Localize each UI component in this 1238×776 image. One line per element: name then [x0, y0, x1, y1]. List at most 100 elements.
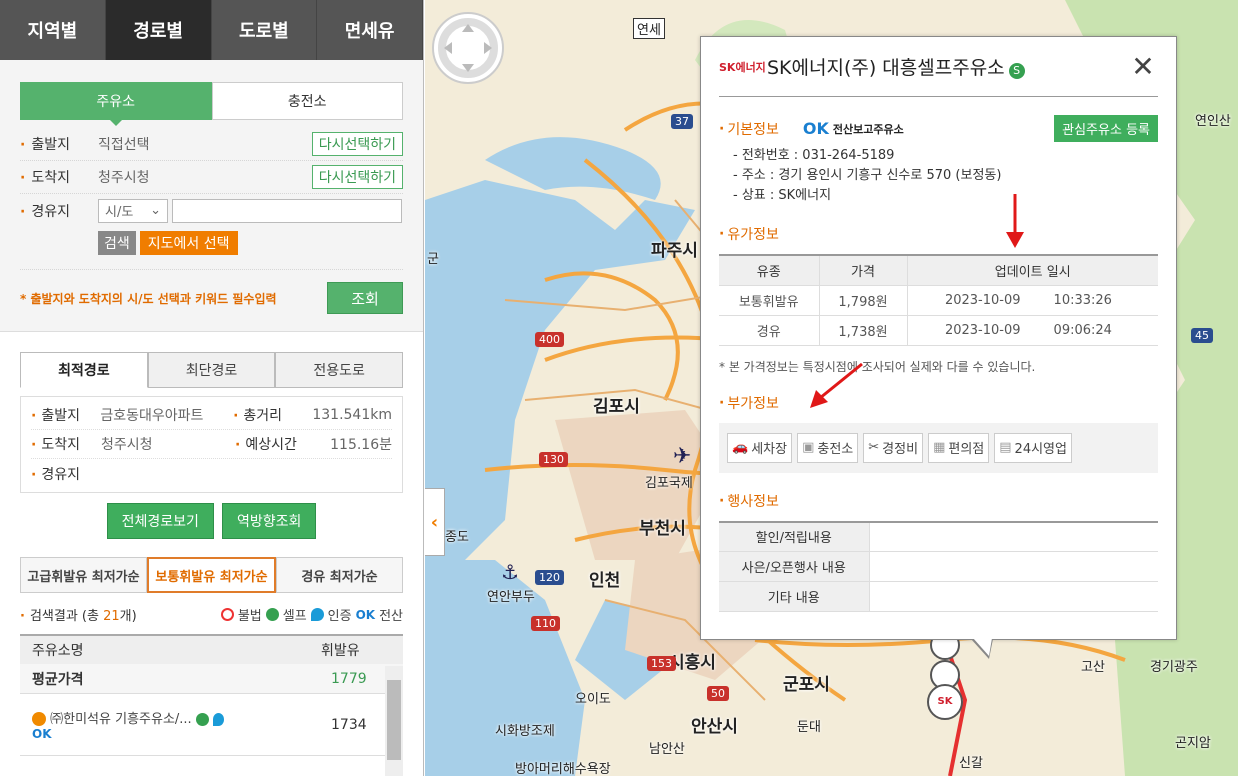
highway-shield: 400: [535, 332, 564, 347]
via-keyword-input[interactable]: [172, 198, 402, 223]
certified-icon: [212, 712, 224, 726]
fuel-type: 경유: [719, 315, 820, 346]
ok-icon: OK: [32, 726, 52, 741]
average-row: 평균가격 1779: [20, 664, 403, 694]
station-type-toggle: 주유소 충전소: [20, 82, 403, 126]
event-table: 할인/적립내용 사은/오픈행사 내용 기타 내용: [719, 520, 1158, 612]
map-label: 김포국제: [645, 476, 693, 491]
brand-line: - 상표 : SK에너지: [733, 188, 832, 203]
tab-premium-lowest[interactable]: 고급휘발유 최저가순: [20, 557, 147, 593]
annotation-arrow-icon: [810, 362, 863, 408]
tab-regular-lowest[interactable]: 보통휘발유 최저가순: [147, 557, 276, 593]
annotation-arrow-icon: [1006, 194, 1024, 248]
map-label: 경기광주: [1150, 660, 1198, 675]
amenity-car-wash: 🚗 세차장: [727, 432, 793, 463]
map-label: 안산시: [691, 717, 738, 737]
table-row[interactable]: ㈜한미석유 기흥주유소/... OK 1734: [20, 694, 403, 756]
map-label: 곤지암: [1175, 736, 1211, 751]
sk-station-marker-icon[interactable]: SK: [927, 684, 963, 720]
top-tabs: 지역별 경로별 도로별 면세유: [0, 0, 423, 60]
map-label: 방아머리해수욕장: [515, 762, 611, 776]
legend-illegal: 불법: [237, 609, 262, 624]
select-on-map-button[interactable]: 지도에서 선택: [139, 231, 238, 255]
reselect-origin-button[interactable]: 다시선택하기: [311, 132, 403, 156]
highway-shield: 110: [531, 616, 560, 631]
highway-shield: 37: [671, 114, 693, 129]
amenity-convenience-store: ▦ 편의점: [928, 432, 990, 463]
reselect-destination-button[interactable]: 다시선택하기: [311, 165, 403, 189]
self-icon: [265, 608, 279, 621]
event-discount: 할인/적립내용: [719, 520, 870, 552]
highway-shield: 120: [535, 570, 564, 585]
tab-road[interactable]: 도로별: [211, 0, 318, 60]
price-info-title: 유가정보: [719, 224, 1158, 244]
type-gas-station[interactable]: 주유소: [20, 82, 212, 126]
store-icon: ▦: [933, 440, 946, 455]
reverse-search-button[interactable]: 역방향조회: [221, 503, 317, 539]
tab-diesel-lowest[interactable]: 경유 최저가순: [276, 557, 403, 593]
view-full-route-button[interactable]: 전체경로보기: [106, 503, 214, 539]
register-favorite-button[interactable]: 관심주유소 등록: [1054, 115, 1158, 142]
legend-computerized: 전산: [379, 609, 403, 624]
event-value: [869, 520, 1158, 552]
route-search-form: 주유소 충전소 출발지 직접선택 다시선택하기 도착지 청주시청 다시선택하기 …: [0, 60, 423, 332]
collapse-panel-button[interactable]: ‹: [425, 488, 445, 556]
popup-tail: [971, 638, 993, 659]
required-notice: * 출발지와 도착지의 시/도 선택과 키워드 필수입력: [20, 291, 277, 306]
legend-certified: 인증: [327, 609, 352, 624]
map-label: 파주시: [651, 241, 698, 261]
tab-optimal-route[interactable]: 최적경로: [20, 352, 148, 388]
map-label: 시화방조제: [495, 724, 555, 739]
legend-self: 셀프: [282, 609, 307, 624]
amenities-list: 🚗 세차장 ▣ 충전소 ✂ 경정비 ▦ 편의점 ▤ 24시영업: [719, 422, 1158, 473]
tab-taxfree[interactable]: 면세유: [317, 0, 423, 60]
station-name: ㈜한미석유 기흥주유소/... OK: [32, 708, 331, 742]
route-destination-value: 청주시청: [101, 437, 153, 453]
via-province-select[interactable]: 시/도 ⌄: [98, 198, 168, 223]
average-value: 1779: [331, 670, 367, 687]
station-popup: SK에너지 SK에너지(주) 대흥셀프주유소S ✕ 기본정보 OK전산보고주유소…: [700, 36, 1177, 659]
query-button[interactable]: 조회: [327, 282, 403, 314]
fuel-sort-tabs: 고급휘발유 최저가순 보통휘발유 최저가순 경유 최저가순: [20, 557, 403, 593]
tab-expressway-route[interactable]: 전용도로: [275, 352, 404, 388]
map-label: 신갈: [959, 756, 983, 771]
tab-shortest-route[interactable]: 최단경로: [147, 352, 276, 388]
basic-info-list: - 전화번호 : 031-264-5189 - 주소 : 경기 용인시 기흥구 …: [733, 146, 1158, 206]
update-time: 2023-10-09 10:33:26: [907, 285, 1158, 316]
event-info-title: 행사정보: [719, 491, 1158, 511]
close-icon[interactable]: ✕: [1128, 50, 1158, 83]
map-label: 군포시: [783, 675, 830, 695]
map-label: 연인산: [1195, 114, 1231, 129]
map-pan-control[interactable]: [432, 12, 504, 84]
airport-icon: ✈: [673, 444, 692, 469]
car-wash-icon: 🚗: [732, 440, 749, 455]
amenity-maintenance: ✂ 경정비: [863, 432, 924, 463]
ok-icon: OK: [802, 119, 829, 138]
search-button[interactable]: 검색: [98, 231, 136, 255]
amenity-charging: ▣ 충전소: [797, 432, 859, 463]
popup-header: SK에너지 SK에너지(주) 대흥셀프주유소 S ✕: [719, 37, 1158, 97]
destination-label: 도착지: [20, 167, 98, 187]
map-label: 종도: [445, 530, 469, 545]
anchor-icon: ⚓: [501, 560, 519, 584]
fuel-price: 1,738원: [819, 315, 908, 346]
highway-shield: 130: [539, 452, 568, 467]
tab-region[interactable]: 지역별: [0, 0, 106, 60]
event-value: [869, 581, 1158, 612]
basic-info-title: 기본정보 OK전산보고주유소 관심주유소 등록: [719, 115, 1158, 142]
chevron-down-icon: ⌄: [150, 203, 161, 218]
scrollbar-thumb[interactable]: [387, 680, 401, 760]
fuel-price: 1,798원: [819, 285, 908, 316]
type-charging-station[interactable]: 충전소: [211, 82, 403, 120]
tab-route[interactable]: 경로별: [105, 0, 212, 60]
results-count: 검색결과 (총 21개): [20, 605, 137, 624]
highway-shield: 50: [707, 686, 729, 701]
results-scrollbar[interactable]: [385, 666, 403, 776]
price-table: 유종 가격 업데이트 일시 보통휘발유 1,798원 2023-10-09 10:…: [719, 254, 1158, 346]
map-label: 연세: [633, 18, 665, 39]
via-label: 경유지: [20, 201, 98, 221]
route-actions: 전체경로보기 역방향조회: [0, 503, 423, 539]
phone-line: - 전화번호 : 031-264-5189: [733, 148, 895, 163]
results-header: 검색결과 (총 21개) 불법 셀프 인증 OK전산: [20, 605, 403, 625]
self-icon: [195, 712, 209, 726]
